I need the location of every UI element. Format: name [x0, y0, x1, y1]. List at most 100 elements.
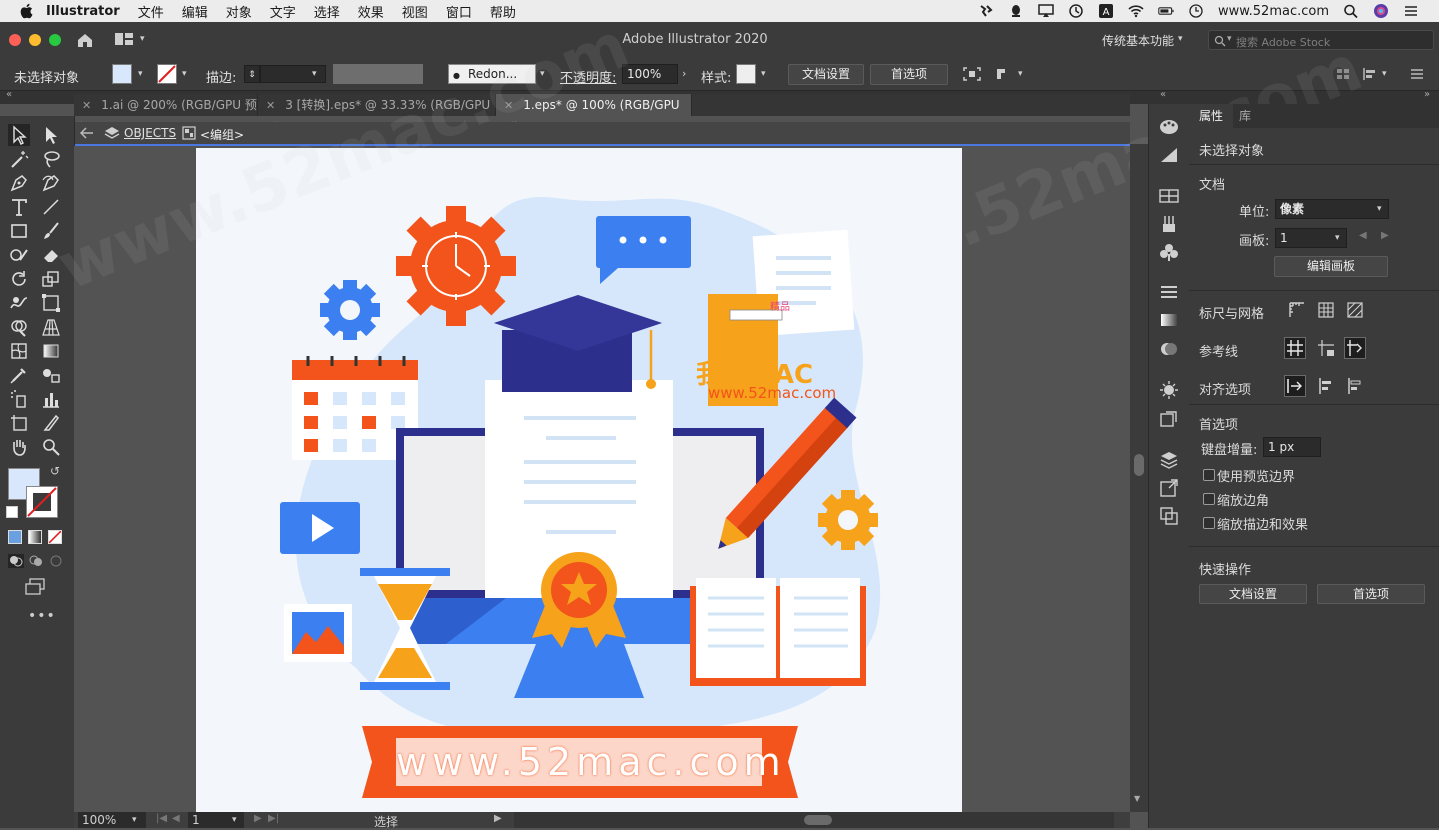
pen-tool[interactable]: [8, 172, 30, 194]
none-mode-icon[interactable]: [48, 530, 62, 544]
first-artboard-icon[interactable]: |◀: [156, 813, 167, 824]
selection-tool[interactable]: [8, 124, 30, 146]
current-tool-status[interactable]: 选择: [374, 813, 398, 830]
horizontal-scroll-thumb[interactable]: [804, 815, 832, 825]
blend-tool[interactable]: [40, 364, 62, 386]
opacity-label[interactable]: 不透明度:: [560, 67, 616, 86]
rectangle-tool[interactable]: [8, 220, 30, 242]
align-left-icon[interactable]: [1362, 67, 1378, 81]
draw-behind-icon[interactable]: [28, 554, 44, 568]
shape-builder-tool[interactable]: [8, 316, 30, 338]
battery-icon[interactable]: [1158, 4, 1174, 18]
stroke-caret-icon[interactable]: ▾: [182, 69, 187, 79]
brush-caret-icon[interactable]: ▾: [540, 69, 545, 79]
transparency-grid-button[interactable]: [1344, 299, 1366, 321]
layers-icon[interactable]: [1159, 450, 1179, 470]
artboard[interactable]: 精品 www.52mac.com 我爱MAC www.52mac.com: [196, 148, 962, 812]
document-setup-button[interactable]: 文档设置: [788, 64, 864, 85]
vertical-scrollbar[interactable]: ▼: [1130, 144, 1148, 812]
opacity-field[interactable]: 100%: [622, 64, 678, 84]
keyboard-increment-field[interactable]: 1 px: [1263, 437, 1321, 457]
tab-properties[interactable]: 属性: [1189, 104, 1234, 128]
next-artboard-arrow-icon[interactable]: ▶: [1381, 230, 1389, 241]
variable-width-profile[interactable]: [333, 64, 423, 84]
edit-artboards-button[interactable]: 编辑画板: [1274, 256, 1388, 277]
preferences-button[interactable]: 首选项: [870, 64, 948, 85]
edit-toolbar-icon[interactable]: •••: [28, 608, 56, 624]
isolate-selection-icon[interactable]: [962, 66, 982, 82]
previous-artboard-icon[interactable]: ◀: [172, 813, 180, 824]
mesh-tool[interactable]: [8, 340, 30, 362]
notification-center-icon[interactable]: [1403, 4, 1419, 18]
align-to-selection-button[interactable]: [1315, 375, 1337, 397]
warp-tool[interactable]: [8, 292, 30, 314]
artboards-icon[interactable]: [1159, 506, 1179, 526]
color-panel-icon[interactable]: [1159, 118, 1179, 136]
snap-to-pixel-button[interactable]: [1284, 375, 1306, 397]
airplay-icon[interactable]: [1038, 4, 1054, 18]
magic-wand-tool[interactable]: [8, 148, 30, 170]
arrange-documents-icon[interactable]: [114, 32, 134, 46]
status-arrow-icon[interactable]: ▶: [494, 813, 502, 824]
back-arrow-icon[interactable]: [80, 127, 94, 139]
eraser-tool[interactable]: [40, 244, 62, 266]
lock-guides-button[interactable]: [1315, 337, 1337, 359]
extension-icon[interactable]: [978, 4, 994, 18]
swatches-icon[interactable]: [1159, 188, 1179, 204]
slice-tool[interactable]: [40, 412, 62, 434]
quick-preferences-button[interactable]: 首选项: [1317, 584, 1425, 604]
eyedropper-tool[interactable]: [8, 364, 30, 386]
show-guides-button[interactable]: [1284, 337, 1306, 359]
artboard-caret-icon[interactable]: ▾: [1335, 233, 1340, 243]
close-tab-icon[interactable]: ✕: [82, 99, 91, 112]
scroll-down-icon[interactable]: ▼: [1134, 794, 1140, 803]
menu-effect[interactable]: 效果: [358, 2, 384, 21]
scale-corners-checkbox[interactable]: [1203, 493, 1215, 505]
smart-guides-button[interactable]: [1344, 337, 1366, 359]
previous-artboard-arrow-icon[interactable]: ◀: [1359, 230, 1367, 241]
hand-tool[interactable]: [8, 436, 30, 458]
wifi-icon[interactable]: [1128, 4, 1144, 18]
stroke-swatch[interactable]: [157, 64, 177, 84]
zoom-caret-icon[interactable]: ▾: [132, 815, 137, 825]
column-graph-tool[interactable]: [40, 388, 62, 410]
next-artboard-icon[interactable]: ▶: [254, 813, 262, 824]
type-tool[interactable]: [8, 196, 30, 218]
close-tab-icon[interactable]: ✕: [266, 99, 275, 112]
tab-libraries[interactable]: 库: [1229, 104, 1261, 128]
menu-view[interactable]: 视图: [402, 2, 428, 21]
color-guide-icon[interactable]: [1159, 146, 1179, 164]
appearance-icon[interactable]: [1159, 380, 1179, 400]
transform-caret-icon[interactable]: ▾: [1018, 69, 1023, 79]
expand-icon-strip-icon[interactable]: «: [1160, 89, 1166, 100]
horizontal-scrollbar[interactable]: [514, 812, 1114, 828]
curvature-tool[interactable]: [40, 172, 62, 194]
graphic-style-swatch[interactable]: [736, 64, 756, 84]
stroke-weight-stepper[interactable]: ⇕: [244, 65, 260, 83]
export-icon[interactable]: [1159, 478, 1179, 498]
menu-edit[interactable]: 编辑: [182, 2, 208, 21]
graphic-styles-icon[interactable]: [1159, 410, 1179, 428]
spotlight-search-icon[interactable]: [1343, 4, 1359, 18]
menu-file[interactable]: 文件: [138, 2, 164, 21]
free-transform-tool[interactable]: [40, 292, 62, 314]
document-tab-1[interactable]: ✕1.ai @ 200% (RGB/GPU 预览): [74, 94, 258, 135]
document-tab-3[interactable]: ✕1.eps* @ 100% (RGB/GPU 预览): [496, 94, 692, 135]
workspace-switcher[interactable]: 传统基本功能: [1102, 32, 1174, 49]
minimize-window-button[interactable]: [29, 34, 41, 46]
qq-icon[interactable]: [1008, 4, 1024, 18]
apple-icon[interactable]: [20, 3, 34, 19]
siri-icon[interactable]: [1373, 4, 1389, 18]
input-source-icon[interactable]: A: [1098, 4, 1114, 18]
scale-strokes-checkbox[interactable]: [1203, 517, 1215, 529]
menu-object[interactable]: 对象: [226, 2, 252, 21]
rotate-tool[interactable]: [8, 268, 30, 290]
brush-definition-field[interactable]: ● Redon...: [448, 64, 536, 84]
opacity-arrow-icon[interactable]: ›: [682, 67, 686, 80]
show-rulers-button[interactable]: [1286, 299, 1308, 321]
artboard-caret-icon[interactable]: ▾: [232, 815, 237, 825]
menu-type[interactable]: 文字: [270, 2, 296, 21]
scale-tool[interactable]: [40, 268, 62, 290]
gradient-mode-icon[interactable]: [28, 530, 42, 544]
last-artboard-icon[interactable]: ▶|: [268, 813, 279, 824]
